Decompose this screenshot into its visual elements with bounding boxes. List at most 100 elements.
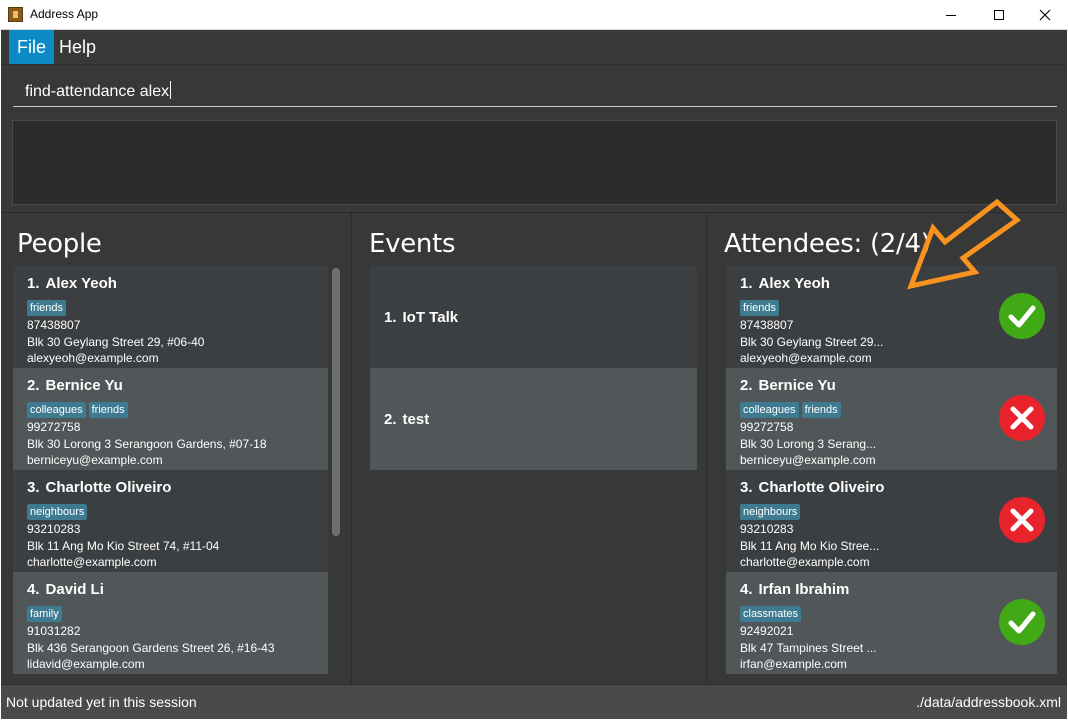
tag-list: friends	[27, 298, 328, 317]
events-title: Events	[369, 229, 456, 259]
person-index: 2.	[27, 377, 40, 394]
person-card[interactable]: 2. Bernice Yu colleagues friends 99272758 Blk…	[13, 368, 328, 470]
scrollbar-thumb[interactable]	[332, 268, 340, 536]
status-bar: Not updated yet in this session ./data/a…	[1, 684, 1067, 719]
email: charlotte@example.com	[740, 555, 870, 569]
person-name-text: David Li	[45, 581, 104, 598]
phone-number: 91031282	[27, 624, 81, 638]
person-name-text: Irfan Ibrahim	[758, 581, 850, 598]
address: Blk 11 Ang Mo Kio Street 74, #11-04	[27, 538, 220, 553]
person-name-text: Alex Yeoh	[45, 275, 117, 292]
person-name: 1. Alex Yeoh	[27, 275, 328, 295]
close-icon	[1039, 9, 1051, 21]
tag-list: colleagues friends	[27, 400, 328, 419]
people-panel: People 1. Alex Yeoh friends 87438807 Blk 30 …	[1, 213, 352, 685]
tag-label: friends	[740, 300, 780, 316]
person-index: 4.	[27, 581, 40, 598]
people-title: People	[17, 229, 102, 259]
email: alexyeoh@example.com	[740, 351, 872, 365]
text-caret	[170, 81, 172, 99]
person-name: 3. Charlotte Oliveiro	[27, 479, 328, 499]
command-area: find-attendance alex	[1, 64, 1067, 108]
cross-icon	[999, 497, 1045, 543]
command-input-text: find-attendance alex	[25, 83, 170, 100]
attendees-title: Attendees: (2/4)	[724, 229, 931, 259]
person-index: 4.	[740, 581, 753, 598]
event-card[interactable]: 1. IoT Talk	[370, 266, 697, 368]
events-list[interactable]: 1. IoT Talk 2. test	[370, 266, 697, 470]
save-location: ./data/addressbook.xml	[916, 694, 1061, 710]
event-name-text: IoT Talk	[402, 308, 459, 326]
tag-label: family	[27, 606, 62, 622]
address: Blk 30 Lorong 3 Serangoon Gardens, #07-1…	[27, 436, 267, 451]
menu-file[interactable]: File	[9, 30, 55, 64]
email: irfan@example.com	[740, 657, 847, 671]
window-title: Address App	[30, 7, 99, 21]
person-name-text: Charlotte Oliveiro	[45, 479, 172, 496]
event-index: 2.	[384, 410, 397, 428]
app-icon	[8, 7, 23, 22]
tag-label: friends	[27, 300, 67, 316]
result-area	[1, 108, 1067, 212]
command-input[interactable]: find-attendance alex	[13, 73, 1057, 107]
tag-label: friends	[801, 402, 841, 418]
tag-label: neighbours	[27, 504, 88, 520]
email: alexyeoh@example.com	[27, 351, 159, 365]
person-card[interactable]: 3. Charlotte Oliveiro neighbours 93210283 Bl…	[726, 470, 1057, 572]
sync-status: Not updated yet in this session	[6, 694, 197, 710]
menu-help[interactable]: Help	[51, 30, 104, 64]
minimize-icon	[946, 14, 956, 16]
email: lidavid@example.com	[27, 657, 145, 671]
phone-number: 93210283	[27, 522, 81, 536]
cross-icon	[999, 395, 1045, 441]
person-name: 4. Irfan Ibrahim	[740, 581, 1057, 601]
person-name-text: Charlotte Oliveiro	[758, 479, 885, 496]
event-name-text: test	[402, 410, 430, 428]
person-index: 2.	[740, 377, 753, 394]
person-name: 2. Bernice Yu	[740, 377, 1057, 397]
tag-list: neighbours	[27, 502, 328, 521]
phone-number: 87438807	[27, 318, 81, 332]
event-card[interactable]: 2. test	[370, 368, 697, 470]
person-card[interactable]: 2. Bernice Yu colleagues friends 99272758 Blk…	[726, 368, 1057, 470]
maximize-button[interactable]	[976, 0, 1022, 30]
arrow-annotation-icon	[907, 198, 1022, 290]
tag-label: neighbours	[740, 504, 801, 520]
checkmark-icon	[999, 599, 1045, 645]
email: berniceyu@example.com	[27, 453, 163, 467]
people-list[interactable]: 1. Alex Yeoh friends 87438807 Blk 30 Geylang…	[13, 266, 328, 674]
address: Blk 30 Geylang Street 29, #06-40	[27, 334, 205, 349]
maximize-icon	[994, 10, 1004, 20]
email: berniceyu@example.com	[740, 453, 876, 467]
person-card[interactable]: 4. Irfan Ibrahim classmates 92492021 Blk 47 …	[726, 572, 1057, 674]
checkmark-icon	[999, 293, 1045, 339]
tag-label: friends	[88, 402, 128, 418]
result-display	[12, 120, 1057, 205]
event-index: 1.	[384, 308, 397, 326]
address: Blk 436 Serangoon Gardens Street 26, #16…	[27, 640, 275, 655]
person-index: 3.	[27, 479, 40, 496]
events-panel: Events 1. IoT Talk 2. test	[353, 213, 707, 685]
person-card[interactable]: 3. Charlotte Oliveiro neighbours 93210283 Bl…	[13, 470, 328, 572]
tag-label: colleagues	[27, 402, 86, 418]
tag-list: family	[27, 604, 328, 623]
person-index: 1.	[27, 275, 40, 292]
tag-label: classmates	[740, 606, 802, 622]
app-window: File Help find-attendance alex People 1.…	[1, 30, 1067, 719]
person-name-text: Bernice Yu	[758, 377, 836, 394]
event-name: 2. test	[384, 411, 429, 428]
attendees-list[interactable]: 1. Alex Yeoh friends 87438807 Blk 30 Geylang…	[726, 266, 1057, 674]
person-name-text: Alex Yeoh	[758, 275, 830, 292]
minimize-button[interactable]	[928, 0, 974, 30]
phone-number: 99272758	[27, 420, 81, 434]
person-card[interactable]: 1. Alex Yeoh friends 87438807 Blk 30 Geylang…	[13, 266, 328, 368]
menubar: File Help	[1, 30, 1067, 64]
people-scrollbar[interactable]	[331, 266, 341, 678]
window-titlebar: Address App	[0, 0, 1068, 30]
person-name-text: Bernice Yu	[45, 377, 123, 394]
person-index: 3.	[740, 479, 753, 496]
person-card[interactable]: 4. David Li family 91031282 Blk 436 Serangoo…	[13, 572, 328, 674]
event-name: 1. IoT Talk	[384, 309, 458, 326]
close-button[interactable]	[1022, 0, 1068, 30]
person-name: 4. David Li	[27, 581, 328, 601]
